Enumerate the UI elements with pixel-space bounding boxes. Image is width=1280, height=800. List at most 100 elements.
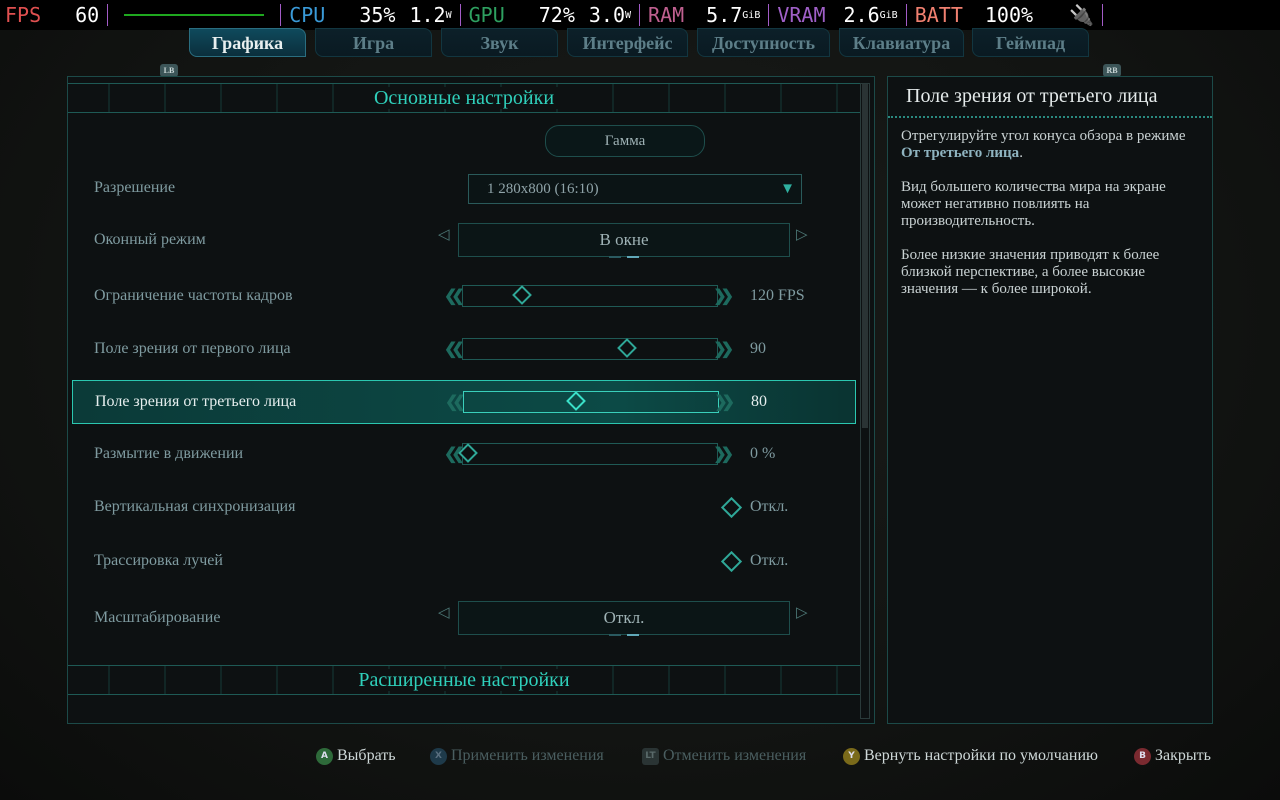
- gpu-usage: 72%: [538, 3, 575, 27]
- select-action[interactable]: A Выбрать: [316, 747, 396, 765]
- revert-changes-action[interactable]: LT Отменить изменения: [642, 747, 806, 765]
- plug-icon: 🔌: [1069, 3, 1094, 27]
- decrease-icon[interactable]: ❮❮: [444, 339, 465, 359]
- scrollbar[interactable]: [860, 83, 870, 719]
- ram-label: RAM: [648, 3, 685, 27]
- option-indicator: [609, 634, 639, 636]
- slider-track[interactable]: [463, 391, 719, 413]
- setting-scaling[interactable]: Масштабирование ◁ Откл. ▷: [72, 597, 856, 641]
- apply-changes-action[interactable]: X Применить изменения: [430, 747, 604, 765]
- arrow-left-icon[interactable]: ◁: [438, 225, 450, 244]
- scaling-selector[interactable]: Откл.: [458, 601, 790, 635]
- arrow-right-icon[interactable]: ▷: [796, 225, 808, 244]
- setting-label: Размытие в движении: [94, 445, 244, 462]
- setting-label: Масштабирование: [94, 609, 221, 626]
- action-label: Вернуть настройки по умолчанию: [864, 747, 1098, 764]
- setting-ray-tracing[interactable]: Трассировка лучей Откл.: [72, 540, 856, 584]
- scrollbar-thumb[interactable]: [862, 84, 868, 428]
- x-button-icon: X: [430, 747, 447, 765]
- arrow-left-icon[interactable]: ◁: [438, 603, 450, 622]
- resolution-dropdown[interactable]: 1 280x800 (16:10) ▼: [468, 174, 802, 204]
- tab-accessibility[interactable]: Доступность: [697, 28, 830, 57]
- frame-limit-slider[interactable]: ❮❮ ❯❯: [440, 285, 740, 307]
- text: Отрегулируйте угол конуса обзора в режим…: [901, 128, 1186, 144]
- description-text: Вид большего количества мира на экране м…: [901, 179, 1166, 229]
- description-text: Более низкие значения приводят к более б…: [901, 247, 1160, 297]
- setting-fov-first-person[interactable]: Поле зрения от первого лица ❮❮ ❯❯ 90: [72, 328, 856, 372]
- batt-value: 100%: [984, 3, 1034, 27]
- action-label: Применить изменения: [451, 747, 604, 764]
- slider-track[interactable]: [462, 338, 718, 360]
- cpu-label: CPU: [289, 3, 326, 27]
- b-button-icon: B: [1134, 747, 1151, 765]
- fps-value: 60: [75, 3, 100, 27]
- increase-icon[interactable]: ❯❯: [714, 392, 735, 412]
- section-title: Расширенные настройки: [346, 669, 582, 691]
- setting-value: 90: [750, 340, 766, 357]
- tab-graphics[interactable]: Графика: [189, 28, 306, 57]
- setting-window-mode[interactable]: Оконный режим ◁ В окне ▷: [72, 219, 856, 263]
- description-text: Отрегулируйте угол конуса обзора в режим…: [888, 128, 1212, 162]
- decrease-icon[interactable]: ❮❮: [445, 392, 466, 412]
- setting-value: 120 FPS: [750, 287, 805, 304]
- tab-keyboard[interactable]: Клавиатура: [839, 28, 964, 57]
- setting-vsync[interactable]: Вертикальная синхронизация Откл.: [72, 486, 856, 530]
- gpu-power: 3.0: [588, 3, 625, 27]
- motion-blur-slider[interactable]: ❮❮ ❯❯: [440, 443, 740, 465]
- vram-label: VRAM: [777, 3, 826, 27]
- setting-motion-blur[interactable]: Размытие в движении ❮❮ ❯❯ 0 %: [72, 433, 856, 477]
- increase-icon[interactable]: ❯❯: [713, 444, 734, 464]
- setting-label: Разрешение: [94, 179, 176, 196]
- increase-icon[interactable]: ❯❯: [713, 339, 734, 359]
- gpu-label: GPU: [468, 3, 505, 27]
- settings-tabs: LB Графика Игра Звук Интерфейс Доступнос…: [0, 28, 1280, 77]
- slider-track[interactable]: [462, 285, 718, 307]
- lt-button-icon: LT: [642, 747, 659, 765]
- setting-label: Поле зрения от третьего лица: [95, 393, 297, 410]
- setting-value: 0 %: [750, 445, 776, 462]
- tab-gamepad[interactable]: Геймпад: [972, 28, 1089, 57]
- setting-value: 80: [751, 393, 767, 410]
- tab-sound[interactable]: Звук: [441, 28, 558, 57]
- cpu-power: 1.2: [409, 3, 446, 27]
- setting-label: Вертикальная синхронизация: [94, 498, 296, 515]
- tab-game[interactable]: Игра: [315, 28, 432, 57]
- fov1-slider[interactable]: ❮❮ ❯❯: [440, 338, 740, 360]
- arrow-right-icon[interactable]: ▷: [796, 603, 808, 622]
- cpu-usage: 35%: [359, 3, 396, 27]
- description-panel: Поле зрения от третьего лица Отрегулируй…: [887, 76, 1213, 724]
- performance-overlay: FPS 60 CPU 35% 1.2 W GPU 72% 3.0 W RAM 5.7…: [0, 0, 1280, 30]
- restore-defaults-action[interactable]: Y Вернуть настройки по умолчанию: [843, 747, 1098, 765]
- vram-value: 2.6: [843, 3, 880, 27]
- action-label: Отменить изменения: [663, 747, 807, 764]
- slider-track[interactable]: [462, 443, 718, 465]
- fov3-slider[interactable]: ❮❮ ❯❯: [441, 391, 741, 413]
- action-label: Выбрать: [337, 747, 396, 764]
- highlight: От третьего лица: [901, 145, 1020, 161]
- batt-label: BATT: [914, 3, 963, 27]
- decrease-icon[interactable]: ❮❮: [444, 286, 465, 306]
- setting-value: Откл.: [750, 498, 789, 515]
- setting-label: Оконный режим: [94, 231, 206, 248]
- ram-value: 5.7: [706, 3, 743, 27]
- dropdown-value: 1 280x800 (16:10): [487, 181, 599, 197]
- tab-interface[interactable]: Интерфейс: [567, 28, 688, 57]
- increase-icon[interactable]: ❯❯: [713, 286, 734, 306]
- setting-frame-limit[interactable]: Ограничение частоты кадров ❮❮ ❯❯ 120 FPS: [72, 275, 856, 319]
- setting-resolution[interactable]: Разрешение 1 280x800 (16:10) ▼: [72, 167, 856, 211]
- section-header-advanced: Расширенные настройки: [68, 665, 860, 695]
- section-header-basic: Основные настройки: [68, 83, 860, 113]
- vsync-toggle[interactable]: [720, 496, 743, 519]
- decrease-icon[interactable]: ❮❮: [444, 444, 465, 464]
- unit: GiB: [742, 9, 761, 21]
- chevron-down-icon: ▼: [780, 181, 795, 197]
- window-mode-selector[interactable]: В окне: [458, 223, 790, 257]
- setting-label: Поле зрения от первого лица: [94, 340, 291, 357]
- setting-value: Откл.: [750, 552, 789, 569]
- setting-label: Трассировка лучей: [94, 552, 223, 569]
- close-action[interactable]: B Закрыть: [1134, 747, 1211, 765]
- gamma-button[interactable]: Гамма: [545, 125, 705, 157]
- y-button-icon: Y: [843, 747, 860, 765]
- ray-tracing-toggle[interactable]: [720, 550, 743, 573]
- setting-fov-third-person[interactable]: Поле зрения от третьего лица ❮❮ ❯❯ 80: [72, 380, 856, 424]
